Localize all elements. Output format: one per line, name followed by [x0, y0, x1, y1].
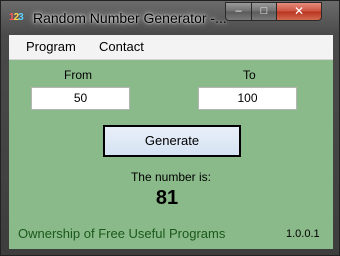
title-bar[interactable]: 123 Random Number Generator -... – □ ✕ — [1, 1, 340, 35]
app-window: 123 Random Number Generator -... – □ ✕ P… — [0, 0, 340, 256]
from-label: From — [64, 68, 92, 82]
window-title: Random Number Generator -... — [33, 10, 227, 26]
maximize-button[interactable]: □ — [251, 2, 277, 21]
result-label: The number is: — [130, 170, 212, 184]
dice-icon: 123 — [9, 10, 27, 26]
version-label: 1.0.0.1 — [286, 228, 320, 240]
icon-digit-3: 3 — [18, 12, 23, 23]
generate-button[interactable]: Generate — [103, 125, 241, 157]
from-input[interactable]: 50 — [31, 87, 130, 110]
to-input[interactable]: 100 — [198, 87, 297, 110]
client-area: Program Contact From To 50 100 Generate … — [9, 35, 333, 249]
close-button[interactable]: ✕ — [276, 2, 322, 21]
menu-item-program[interactable]: Program — [26, 39, 76, 55]
minimize-button[interactable]: – — [225, 2, 252, 21]
ownership-link[interactable]: Ownership of Free Useful Programs — [18, 226, 225, 241]
result-value: 81 — [155, 187, 179, 209]
menu-bar: Program Contact — [9, 35, 333, 60]
to-label: To — [243, 68, 256, 82]
menu-item-contact[interactable]: Contact — [99, 39, 144, 55]
